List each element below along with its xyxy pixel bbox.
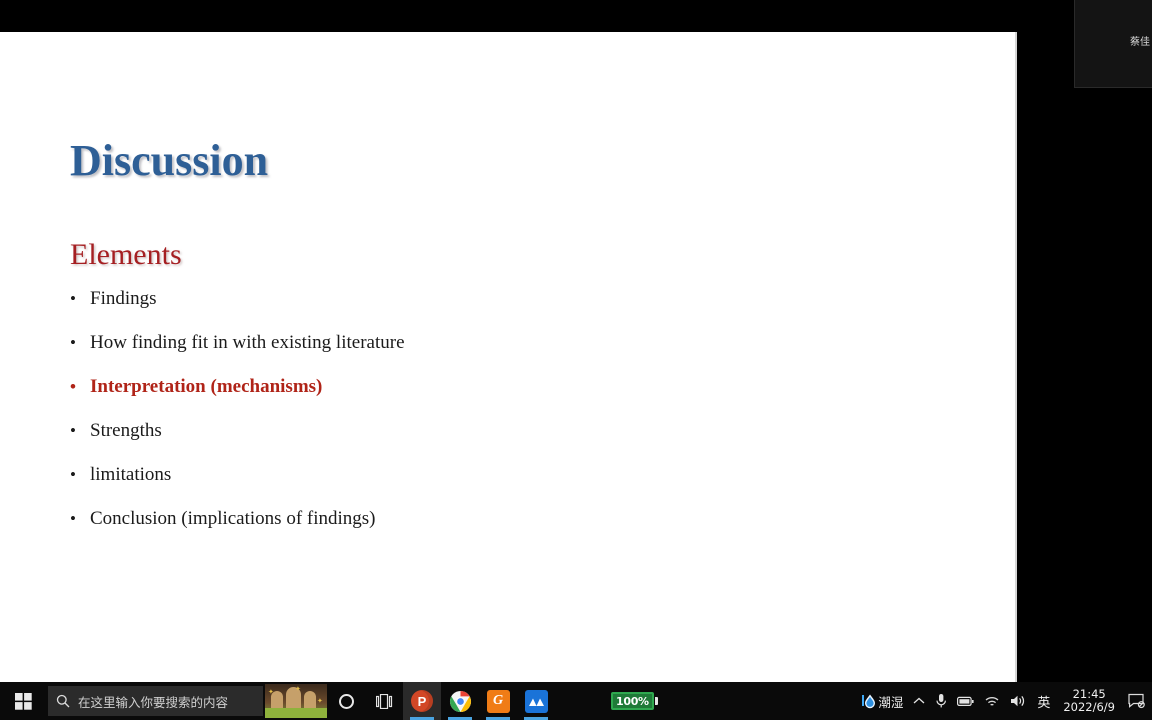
chrome-icon: [449, 690, 471, 712]
desktop-screen: 蔡佳 Discussion Elements • Findings • How …: [0, 0, 1152, 720]
weather-label: 潮湿: [878, 694, 904, 710]
task-view-icon: [375, 693, 392, 709]
bullet-dot-icon: •: [70, 289, 76, 308]
gtja-button[interactable]: G: [479, 682, 517, 720]
bullet-item: • How finding fit in with existing liter…: [70, 330, 950, 374]
clock-widget[interactable]: 21:45 2022/6/9: [1055, 682, 1123, 720]
bullet-text: Strengths: [90, 420, 162, 441]
volume-button[interactable]: [1005, 682, 1032, 720]
wps-button[interactable]: [517, 682, 555, 720]
cortana-circle-icon: [338, 693, 354, 709]
cortana-button[interactable]: [327, 682, 365, 720]
start-button[interactable]: [0, 682, 46, 720]
bullet-item: • Findings: [70, 286, 950, 330]
slide-bullet-list: • Findings • How finding fit in with exi…: [70, 286, 950, 550]
bullet-item: • limitations: [70, 462, 950, 506]
video-participant-tile[interactable]: 蔡佳: [1074, 0, 1152, 88]
battery-body-icon: 100%: [611, 692, 654, 710]
chrome-button[interactable]: [441, 682, 479, 720]
ime-language-button[interactable]: 英: [1032, 682, 1055, 720]
show-hidden-icons-button[interactable]: [908, 682, 930, 720]
thumbnail-ground: [265, 708, 327, 718]
windows-logo-icon: [14, 692, 32, 710]
bullet-text: Conclusion (implications of findings): [90, 508, 376, 529]
search-icon: [56, 694, 70, 708]
action-center-button[interactable]: [1123, 682, 1150, 720]
bullet-item: • Conclusion (implications of findings): [70, 506, 950, 550]
clock-date-label: 2022/6/9: [1063, 700, 1115, 714]
bullet-dot-icon: •: [70, 377, 76, 396]
bullet-dot-icon: •: [70, 465, 76, 484]
speaker-icon: [1011, 695, 1025, 707]
participant-name-label: 蔡佳: [1130, 37, 1150, 48]
bullet-dot-icon: •: [70, 509, 76, 528]
system-tray: 潮湿 英 21:45 2022/6/9: [857, 682, 1152, 720]
bullet-text: Interpretation (mechanisms): [90, 376, 323, 397]
bullet-text: limitations: [90, 464, 172, 485]
news-and-interests-thumbnail[interactable]: ✦ ✦ ✦: [265, 684, 327, 718]
weather-widget[interactable]: 潮湿: [857, 682, 908, 720]
humidity-icon: [862, 694, 876, 709]
mountain-app-icon: [524, 689, 548, 713]
presentation-slide[interactable]: Discussion Elements • Findings • How fin…: [0, 32, 1017, 682]
mountain-glyph-icon: [528, 698, 544, 706]
powerpoint-icon: P: [411, 690, 433, 712]
battery-cap-icon: [654, 697, 658, 705]
chevron-up-icon: [913, 697, 925, 704]
ime-language-label: 英: [1037, 695, 1051, 711]
bullet-dot-icon: •: [70, 421, 76, 440]
battery-widget[interactable]: 100%: [611, 692, 658, 710]
bullet-text: Findings: [90, 288, 157, 309]
windows-taskbar: 在这里输入你要搜索的内容 ✦ ✦ ✦ P G 100% 潮湿 英 21:45 2…: [0, 682, 1152, 720]
task-view-button[interactable]: [365, 682, 403, 720]
battery-icon: [957, 696, 974, 706]
bullet-item-highlighted: • Interpretation (mechanisms): [70, 374, 950, 418]
tray-battery-button[interactable]: [952, 682, 979, 720]
microphone-icon: [936, 694, 947, 708]
slide-title: Discussion: [70, 136, 269, 185]
battery-percent-label: 100%: [616, 694, 649, 708]
bullet-item: • Strengths: [70, 418, 950, 462]
notification-icon: [1128, 693, 1145, 709]
network-button[interactable]: [979, 682, 1005, 720]
bullet-text: How finding fit in with existing literat…: [90, 332, 405, 353]
slide-section-heading: Elements: [70, 238, 182, 271]
search-placeholder-text: 在这里输入你要搜索的内容: [78, 694, 229, 710]
gtja-icon: G: [486, 689, 510, 713]
search-input[interactable]: 在这里输入你要搜索的内容: [48, 686, 263, 716]
wifi-icon: [985, 696, 999, 706]
powerpoint-button[interactable]: P: [403, 682, 441, 720]
microphone-button[interactable]: [930, 682, 952, 720]
bullet-dot-icon: •: [70, 333, 76, 352]
